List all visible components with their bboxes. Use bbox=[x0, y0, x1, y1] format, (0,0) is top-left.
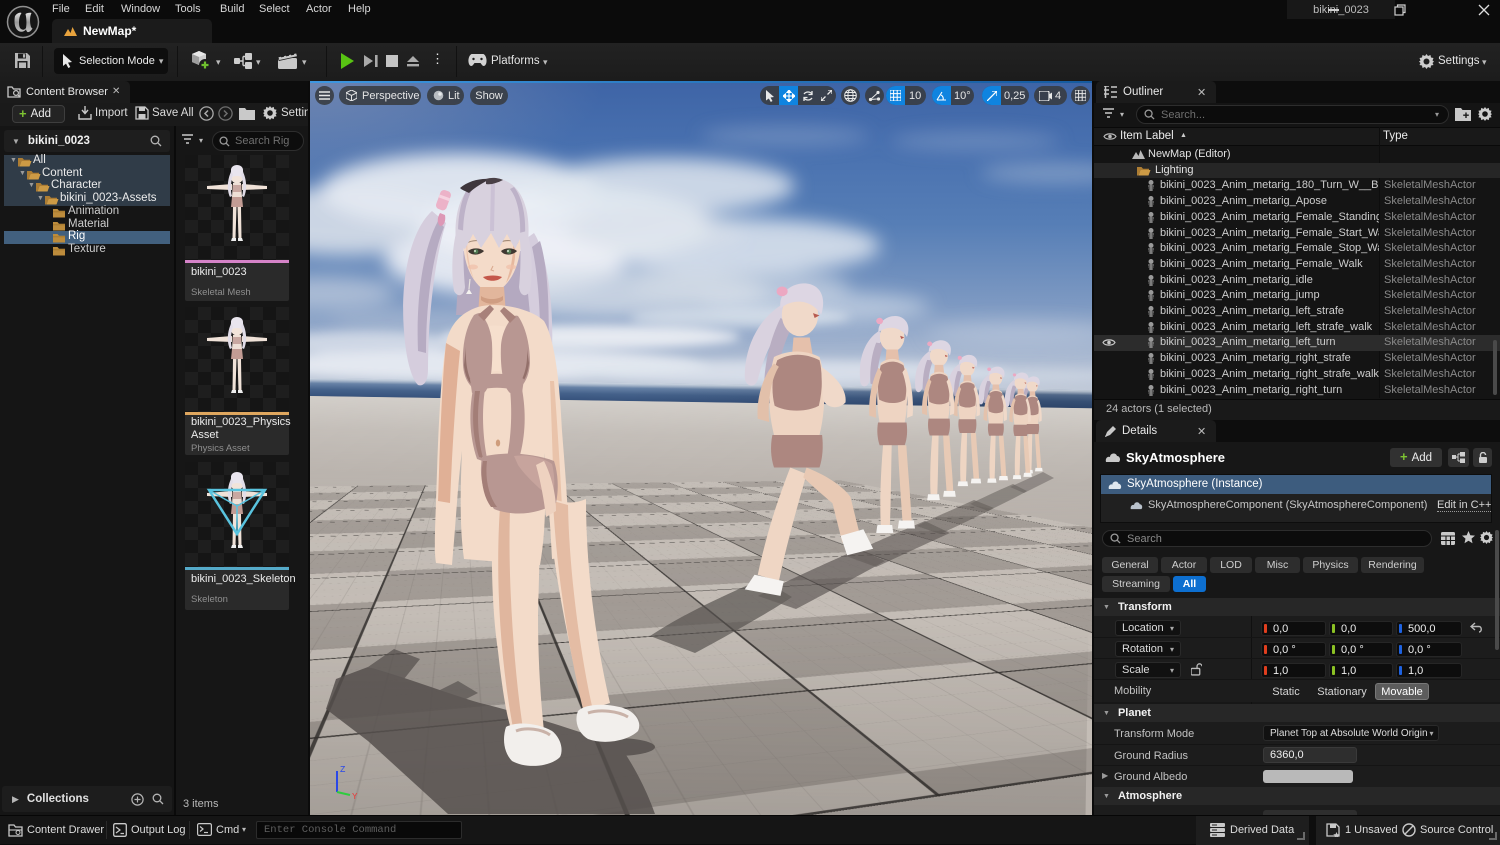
svg-text:Y: Y bbox=[352, 792, 358, 799]
svg-text:Z: Z bbox=[340, 765, 346, 775]
